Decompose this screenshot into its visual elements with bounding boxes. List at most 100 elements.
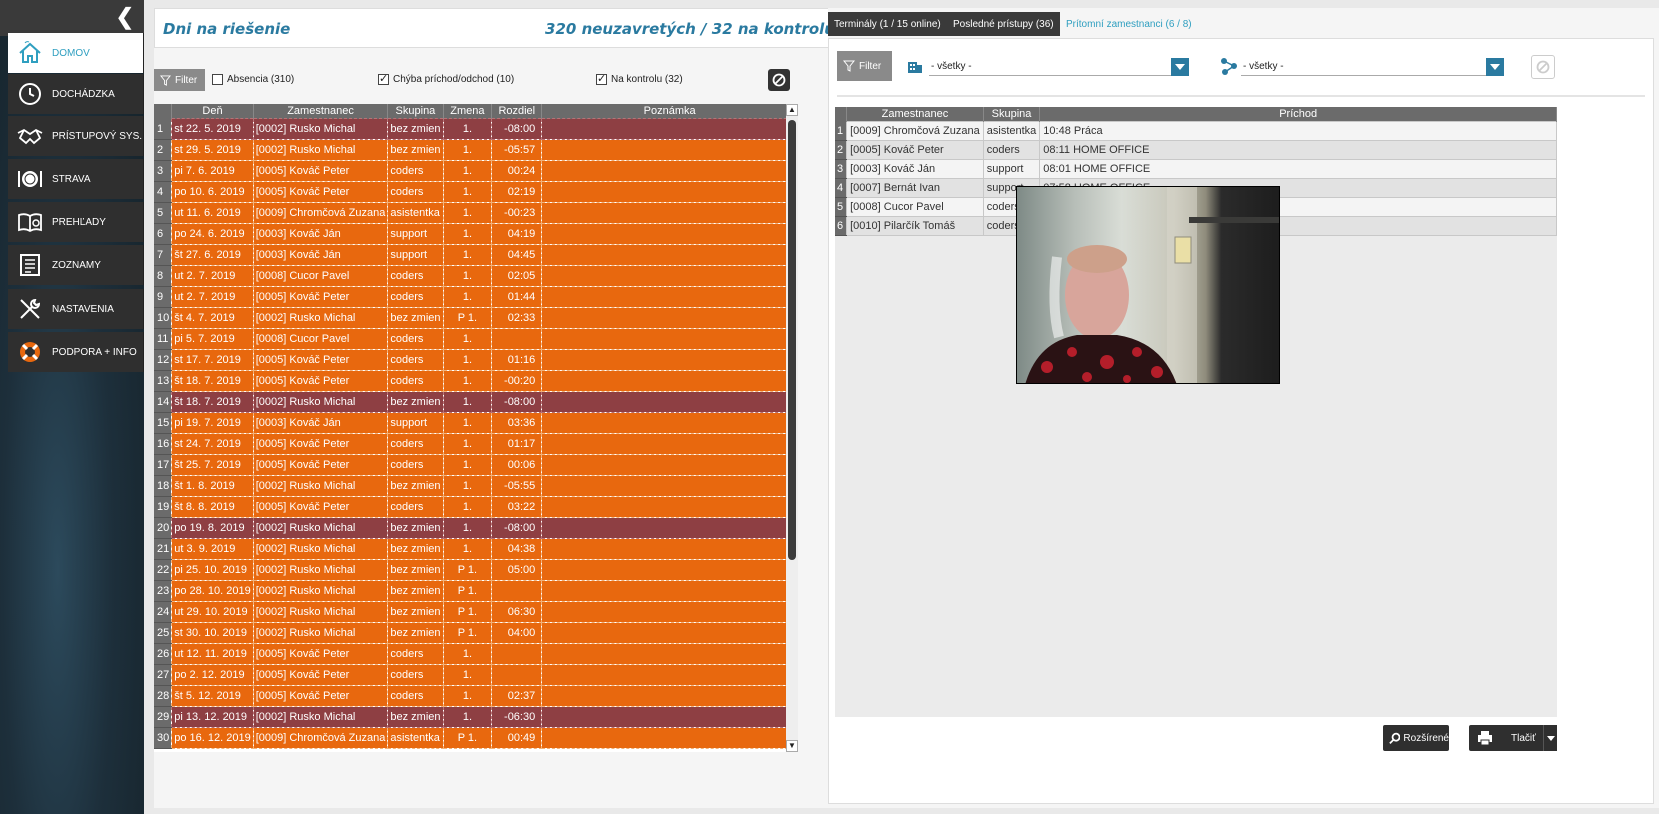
lifebuoy-icon bbox=[16, 338, 44, 366]
table-row[interactable]: 20 po 19. 8. 2019 [0002] Rusko Michal bez z… bbox=[154, 517, 798, 539]
group-cell: coders bbox=[387, 664, 444, 686]
checkbox-box[interactable] bbox=[378, 72, 389, 85]
sidebar-item-nastavenia[interactable]: NASTAVENIA bbox=[8, 289, 144, 329]
clear-filter-button[interactable] bbox=[1531, 55, 1555, 79]
tab-label: Terminály (1 / 15 online) bbox=[834, 18, 941, 30]
table-row[interactable]: 29 pi 13. 12. 2019 [0002] Rusko Michal bez … bbox=[154, 706, 798, 728]
column-header[interactable]: Rozdiel bbox=[491, 104, 543, 119]
filter-button[interactable]: Filter bbox=[154, 69, 205, 91]
table-row[interactable]: 12st 17. 7. 2019 [0005] Kováč Peter coders… bbox=[154, 349, 798, 371]
sidebar-item-label: PRÍSTUPOVÝ SYS. bbox=[52, 130, 143, 142]
scroll-down-arrow-icon[interactable]: ▼ bbox=[786, 740, 798, 752]
chevron-down-icon[interactable] bbox=[1543, 725, 1557, 751]
table-row[interactable]: 3 pi 7. 6. 2019 [0005] Kováč Peter coders 1.… bbox=[154, 160, 798, 182]
table-row[interactable]: 6 po 24. 6. 2019 [0003] Kováč Ján support 1.… bbox=[154, 223, 798, 245]
column-header[interactable]: Deň bbox=[171, 104, 254, 119]
chevron-down-icon[interactable] bbox=[1171, 58, 1189, 76]
table-row[interactable]: 21 ut 3. 9. 2019 [0002] Rusko Michal bez zm… bbox=[154, 538, 798, 560]
sidebar-item-strava[interactable]: STRAVA bbox=[8, 159, 144, 199]
table-row[interactable]: 1 [0009] Chromčová Zuzana asistentka 10:48 … bbox=[835, 121, 1557, 141]
sidebar-item-pristupovy-sys[interactable]: PRÍSTUPOVÝ SYS. bbox=[8, 116, 144, 156]
table-row[interactable]: 10 št 4. 7. 2019 [0002] Rusko Michal bez zm… bbox=[154, 307, 798, 329]
missing-arrival-checkbox[interactable]: Chýba príchod/odchod (10) bbox=[378, 72, 514, 85]
sidebar-item-dochadzka[interactable]: DOCHÁDZKA bbox=[8, 74, 144, 114]
checkbox-box[interactable] bbox=[212, 74, 223, 85]
vertical-scrollbar[interactable]: ▲ ▼ bbox=[786, 104, 798, 752]
group-select[interactable]: - všetky - bbox=[1241, 58, 1504, 76]
column-header[interactable]: Príchod bbox=[1039, 107, 1557, 122]
shift-cell: 1. bbox=[442, 496, 493, 518]
employee-cell: [0005] Kováč Peter bbox=[252, 160, 389, 182]
shift-cell: 1. bbox=[442, 643, 493, 665]
table-row[interactable]: 3 [0003] Kováč Ján support 08:01 HOME OFFIC… bbox=[835, 159, 1557, 179]
scrollbar-thumb[interactable] bbox=[788, 120, 796, 560]
print-button[interactable]: Tlačiť bbox=[1469, 725, 1557, 751]
table-row[interactable]: 8 ut 2. 7. 2019 [0008] Cucor Pavel coders 1.… bbox=[154, 265, 798, 287]
advanced-button[interactable]: Rozšírené bbox=[1383, 725, 1449, 751]
table-row[interactable]: 19 št 8. 8. 2019 [0005] Kováč Peter coders 1… bbox=[154, 496, 798, 518]
sidebar: ❮ DOMOV DOCHÁDZKA PRÍSTUPOVÝ SYS. STRAVA bbox=[0, 0, 144, 814]
group-cell: support bbox=[982, 159, 1041, 179]
difference-cell: -05:57 bbox=[491, 139, 543, 161]
table-row[interactable]: 26 ut 12. 11. 2019 [0005] Kováč Peter coder… bbox=[154, 643, 798, 665]
shift-cell: 1. bbox=[442, 475, 493, 497]
table-row[interactable]: 2st 29. 5. 2019 [0002] Rusko Michal bez zm… bbox=[154, 139, 798, 161]
table-row[interactable]: 14 št 18. 7. 2019 [0002] Rusko Michal bez z… bbox=[154, 391, 798, 413]
table-row[interactable]: 23 po 28. 10. 2019 [0002] Rusko Michal bez … bbox=[154, 580, 798, 602]
table-row[interactable]: 4 po 10. 6. 2019 [0005] Kováč Peter coders 1… bbox=[154, 181, 798, 203]
difference-cell: 02:33 bbox=[491, 307, 543, 329]
absencia-checkbox[interactable]: Absencia (310) bbox=[212, 74, 294, 85]
tab-last-accesses[interactable]: Posledné prístupy (36) bbox=[947, 12, 1060, 36]
sidebar-item-zoznamy[interactable]: ZOZNAMY bbox=[8, 245, 144, 285]
group-cell: bez zmien bbox=[387, 580, 444, 602]
employee-cell: [0005] Kováč Peter bbox=[252, 286, 389, 308]
table-row[interactable]: 27 po 2. 12. 2019 [0005] Kováč Peter coders… bbox=[154, 664, 798, 686]
tab-present-employees[interactable]: Prítomní zamestnanci (6 / 8) bbox=[1060, 12, 1198, 36]
difference-cell: 01:17 bbox=[491, 433, 543, 455]
to-check-checkbox[interactable]: Na kontrolu (32) bbox=[596, 72, 683, 85]
group-cell: coders bbox=[387, 685, 444, 707]
table-row[interactable]: 13 št 18. 7. 2019 [0005] Kováč Peter coders… bbox=[154, 370, 798, 392]
column-header[interactable]: Skupina bbox=[983, 107, 1041, 122]
filter-button[interactable]: Filter bbox=[837, 51, 892, 81]
table-row[interactable]: 7 št 27. 6. 2019 [0003] Kováč Ján support 1.… bbox=[154, 244, 798, 266]
table-row[interactable]: 1st 22. 5. 2019 [0002] Rusko Michal bez zm… bbox=[154, 118, 798, 140]
table-row[interactable]: 24 ut 29. 10. 2019 [0002] Rusko Michal bez … bbox=[154, 601, 798, 623]
collapse-sidebar-icon[interactable]: ❮ bbox=[116, 6, 134, 28]
tab-terminals[interactable]: Terminály (1 / 15 online) bbox=[828, 12, 947, 36]
table-row[interactable]: 16st 24. 7. 2019 [0005] Kováč Peter coders… bbox=[154, 433, 798, 455]
column-header[interactable]: Skupina bbox=[387, 104, 444, 119]
table-row[interactable]: 28 št 5. 12. 2019 [0005] Kováč Peter coders… bbox=[154, 685, 798, 707]
column-header[interactable]: Poznámka bbox=[541, 104, 798, 119]
chevron-down-icon[interactable] bbox=[1486, 58, 1504, 76]
present-employees-body: Filter - všetky - - všetky - Zamestnanec… bbox=[828, 38, 1654, 804]
row-number: 1 bbox=[154, 118, 172, 140]
scroll-up-arrow-icon[interactable]: ▲ bbox=[786, 104, 798, 116]
building-select[interactable]: - všetky - bbox=[929, 58, 1189, 76]
group-cell: coders bbox=[387, 433, 444, 455]
column-header[interactable]: Zamestnanec bbox=[253, 104, 389, 119]
webcam-overlay[interactable] bbox=[1016, 186, 1280, 384]
row-number: 7 bbox=[154, 244, 172, 266]
table-row[interactable]: 30 po 16. 12. 2019 [0009] Chromčová Zuzana… bbox=[154, 727, 798, 749]
filter-bar: Filter Absencia (310) Chýba príchod/odch… bbox=[154, 68, 844, 96]
table-row[interactable]: 17 št 25. 7. 2019 [0005] Kováč Peter coders… bbox=[154, 454, 798, 476]
shift-cell: 1. bbox=[442, 181, 493, 203]
table-row[interactable]: 9 ut 2. 7. 2019 [0005] Kováč Peter coders 1.… bbox=[154, 286, 798, 308]
clear-filter-button[interactable] bbox=[768, 69, 790, 91]
table-row[interactable]: 2 [0005] Kováč Peter coders 08:11 HOME OFFI… bbox=[835, 140, 1557, 160]
day-cell: ut 29. 10. 2019 bbox=[171, 601, 254, 623]
table-row[interactable]: 11 pi 5. 7. 2019 [0008] Cucor Pavel coders 1… bbox=[154, 328, 798, 350]
table-row[interactable]: 15 pi 19. 7. 2019 [0003] Kováč Ján support 1… bbox=[154, 412, 798, 434]
day-cell: po 2. 12. 2019 bbox=[171, 664, 254, 686]
sidebar-item-prehlady[interactable]: PREHĽADY bbox=[8, 202, 144, 242]
table-row[interactable]: 22 pi 25. 10. 2019 [0002] Rusko Michal bez … bbox=[154, 559, 798, 581]
column-header[interactable]: Zamestnanec bbox=[846, 107, 984, 122]
table-row[interactable]: 25st 30. 10. 2019 [0002] Rusko Michal bez … bbox=[154, 622, 798, 644]
column-header[interactable]: Zmena bbox=[443, 104, 493, 119]
sidebar-item-domov[interactable]: DOMOV bbox=[8, 33, 144, 73]
table-row[interactable]: 5 ut 11. 6. 2019 [0009] Chromčová Zuzana as… bbox=[154, 202, 798, 224]
table-row[interactable]: 18 št 1. 8. 2019 [0002] Rusko Michal bez zm… bbox=[154, 475, 798, 497]
checkbox-box[interactable] bbox=[596, 72, 607, 85]
sidebar-item-podpora-info[interactable]: PODPORA + INFO bbox=[8, 332, 144, 372]
